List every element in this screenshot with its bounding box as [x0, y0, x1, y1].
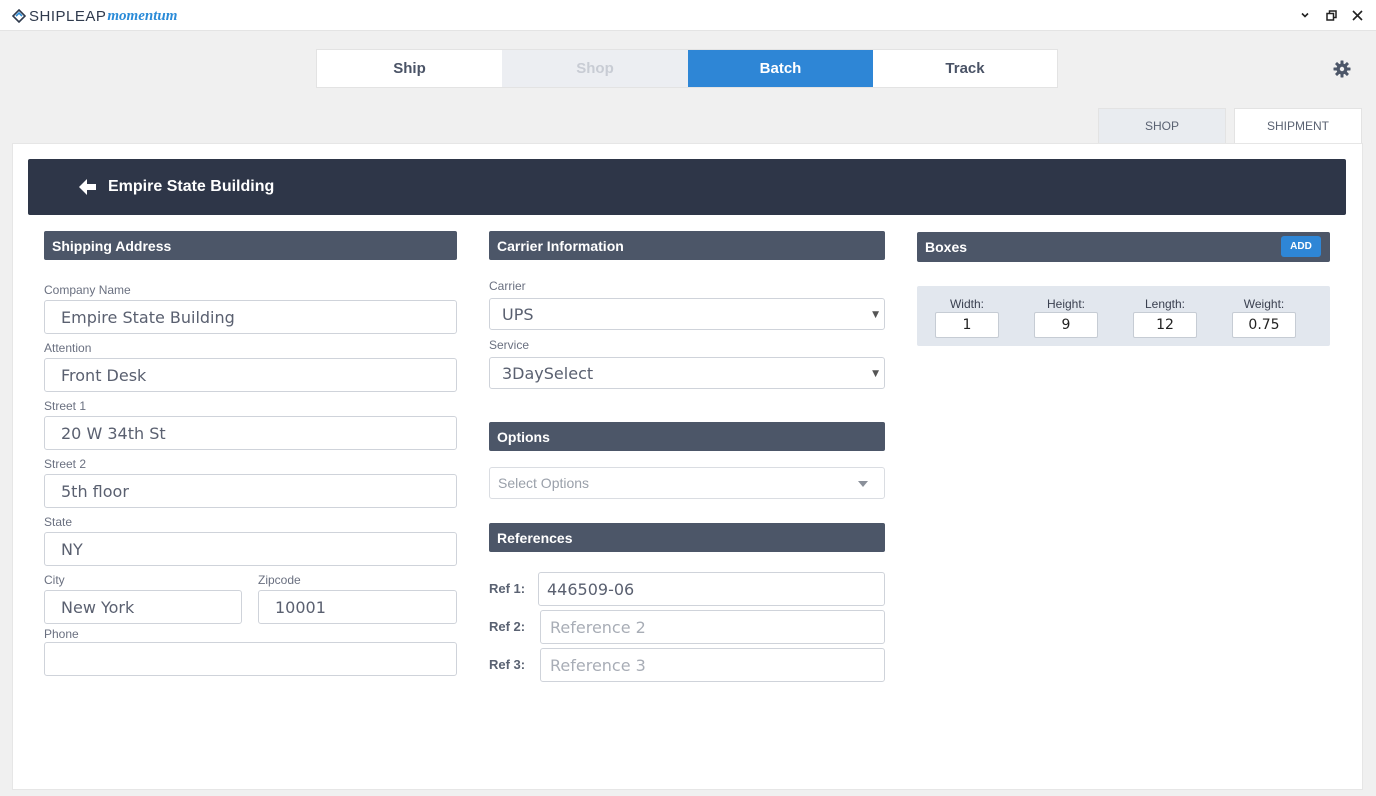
tab-track[interactable]: Track — [873, 50, 1057, 87]
service-label: Service — [489, 338, 530, 352]
close-button[interactable] — [1346, 4, 1368, 26]
brand-name: SHIPLEAP — [29, 7, 107, 25]
page-title: Empire State Building — [108, 178, 275, 195]
tab-batch[interactable]: Batch — [688, 50, 873, 87]
weight-label: Weight: — [1243, 297, 1285, 311]
carrier-select-value: UPS — [502, 304, 534, 324]
dropdown-arrow-icon — [858, 481, 868, 487]
ref3-label: Ref 3: — [489, 657, 526, 672]
length-input[interactable]: 12 — [1133, 312, 1197, 338]
carrier-label: Carrier — [489, 279, 526, 293]
ref1-label: Ref 1: — [489, 581, 526, 596]
weight-input[interactable]: 0.75 — [1232, 312, 1296, 338]
ref2-label: Ref 2: — [489, 619, 526, 634]
ref3-field[interactable]: Reference 3 — [540, 648, 885, 682]
tab-ship[interactable]: Ship — [317, 50, 502, 87]
brand-sub: momentum — [107, 7, 178, 24]
references-header: References — [489, 523, 885, 552]
options-header: Options — [489, 422, 885, 451]
height-label: Height: — [1046, 297, 1086, 311]
service-select-value: 3DaySelect — [502, 363, 594, 383]
height-input[interactable]: 9 — [1034, 312, 1098, 338]
carrier-information-header: Carrier Information — [489, 231, 885, 260]
street1-label: Street 1 — [44, 399, 87, 413]
length-label: Length: — [1144, 297, 1186, 311]
state-field[interactable]: NY — [44, 532, 457, 566]
back-button[interactable] — [79, 179, 97, 195]
shipping-address-header: Shipping Address — [44, 231, 457, 260]
ref1-field[interactable]: 446509-06 — [538, 572, 885, 606]
phone-field[interactable] — [44, 642, 457, 676]
chevron-down-icon — [1301, 12, 1309, 18]
restore-icon — [1325, 9, 1337, 21]
app-logo: SHIPLEAP momentum — [12, 7, 177, 25]
attention-field[interactable]: Front Desk — [44, 358, 457, 392]
options-placeholder: Select Options — [498, 475, 590, 491]
state-label: State — [44, 515, 73, 529]
phone-label: Phone — [44, 627, 79, 641]
attention-label: Attention — [44, 341, 92, 355]
add-box-button[interactable]: ADD — [1281, 236, 1321, 257]
zipcode-field[interactable]: 10001 — [258, 590, 457, 624]
service-select[interactable]: 3DaySelect ▼ — [489, 357, 885, 389]
company-name-label: Company Name — [44, 283, 131, 297]
close-icon — [1351, 9, 1363, 21]
boxes-header: Boxes — [917, 232, 1330, 262]
street2-field[interactable]: 5th floor — [44, 474, 457, 508]
subtab-shipment[interactable]: SHIPMENT — [1234, 108, 1362, 143]
tab-shop[interactable]: Shop — [502, 50, 688, 87]
width-label: Width: — [949, 297, 984, 311]
shipleap-logo-icon — [12, 9, 26, 23]
options-select[interactable]: Select Options — [489, 467, 885, 499]
city-label: City — [44, 573, 65, 587]
title-bar: SHIPLEAP momentum — [0, 0, 1376, 31]
city-field[interactable]: New York — [44, 590, 242, 624]
subtab-shop[interactable]: SHOP — [1098, 108, 1226, 143]
carrier-select[interactable]: UPS ▼ — [489, 298, 885, 330]
width-input[interactable]: 1 — [935, 312, 999, 338]
company-name-field[interactable]: Empire State Building — [44, 300, 457, 334]
arrow-left-icon — [79, 179, 96, 195]
street2-label: Street 2 — [44, 457, 87, 471]
settings-button[interactable] — [1332, 59, 1352, 79]
street1-field[interactable]: 20 W 34th St — [44, 416, 457, 450]
gear-icon — [1333, 60, 1351, 78]
select-caret-icon: ▼ — [872, 369, 879, 379]
ref2-field[interactable]: Reference 2 — [540, 610, 885, 644]
zipcode-label: Zipcode — [258, 573, 301, 587]
select-caret-icon: ▼ — [872, 310, 879, 320]
main-nav-tabs: Ship Shop Batch Track — [316, 49, 1058, 88]
shipment-header: Empire State Building — [28, 159, 1346, 215]
minimize-button[interactable] — [1294, 4, 1316, 26]
restore-button[interactable] — [1320, 4, 1342, 26]
